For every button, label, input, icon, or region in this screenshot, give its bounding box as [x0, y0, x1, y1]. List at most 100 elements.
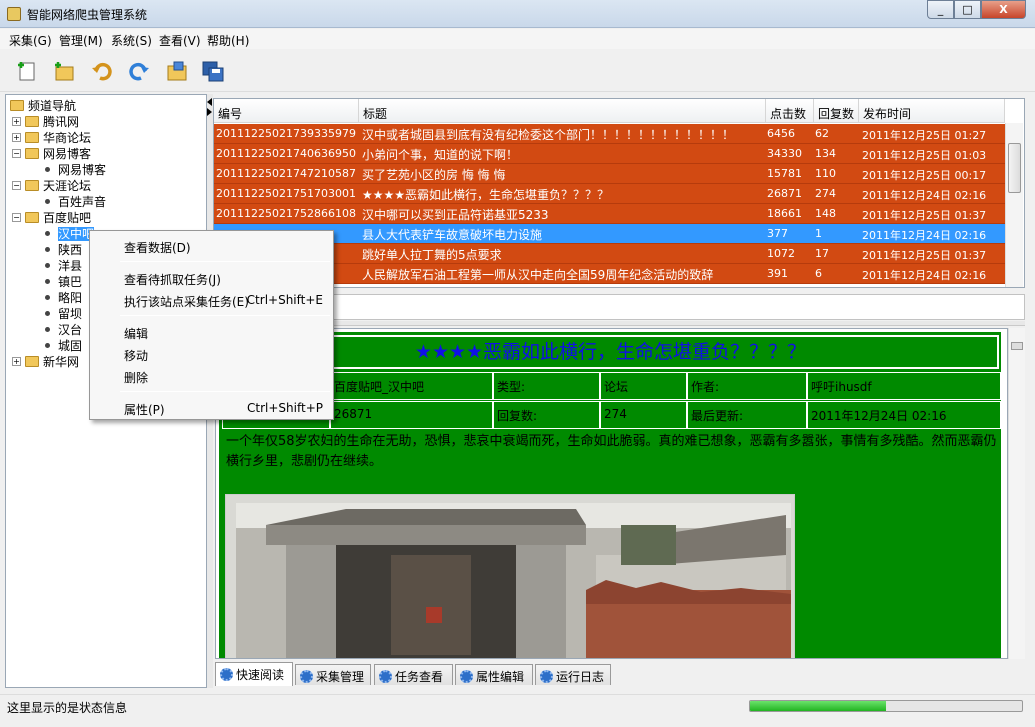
tree-node-tianya[interactable]: − 天涯论坛 [12, 177, 91, 193]
table-row[interactable]: 20111225021751703001 ★★★★恶霸如此横行，生命怎堪重负？？？… [214, 184, 1005, 204]
cell-time: 2011年12月24日 02:16 [862, 189, 987, 202]
table-scrollbar[interactable] [1005, 123, 1023, 287]
ctx-edit[interactable]: 编辑 [90, 323, 333, 343]
cell-title: 汉中或者城固县到底有没有纪检委这个部门！！！！！！！！！！！！ [362, 128, 735, 142]
scrollbar-thumb[interactable] [1011, 342, 1023, 350]
tree-node-tencent[interactable]: + 腾讯网 [12, 113, 79, 129]
tree-leaf-baixing[interactable]: 百姓声音 [42, 193, 106, 209]
tree-node-163blog[interactable]: − 网易博客 [12, 145, 91, 161]
cell-clicks: 6456 [767, 127, 795, 140]
cell-replies: 1 [815, 227, 822, 240]
tab-run-log[interactable]: 运行日志 [535, 664, 611, 685]
tree-leaf-zhenba[interactable]: 镇巴 [42, 273, 82, 289]
cell-replies: 17 [815, 247, 829, 260]
ctx-delete[interactable]: 删除 [90, 367, 333, 387]
expand-icon[interactable]: + [12, 117, 21, 126]
folder-icon [10, 100, 24, 111]
open-folder-icon[interactable] [164, 58, 188, 82]
menu-manage[interactable]: 管理(M) [59, 32, 103, 49]
folder-icon [25, 116, 39, 127]
tab-quick-read[interactable]: 快速阅读 [215, 662, 293, 686]
updated-label: 最后更新: [687, 401, 807, 429]
cell-replies: 6 [815, 267, 822, 280]
expand-icon[interactable]: + [12, 133, 21, 142]
tree-leaf-163blog[interactable]: 网易博客 [42, 161, 106, 177]
tree-leaf-shaanxi[interactable]: 陕西 [42, 241, 82, 257]
preview-scrollbar[interactable] [1008, 328, 1025, 659]
ctx-view-data[interactable]: 查看数据(D) [90, 237, 333, 257]
menu-view[interactable]: 查看(V) [159, 32, 201, 49]
col-header-clicks[interactable]: 点击数 [766, 99, 814, 123]
cell-time: 2011年12月25日 01:03 [862, 149, 987, 162]
author-value: 呼吁ihusdf [807, 372, 1001, 400]
tree-leaf-hanzhong[interactable]: 汉中吧 [42, 225, 95, 241]
tab-task-view[interactable]: 任务查看 [374, 664, 453, 685]
add-folder-icon[interactable] [51, 58, 75, 82]
tree-leaf-hantai[interactable]: 汉台 [42, 321, 82, 337]
tree-node-huashang[interactable]: + 华商论坛 [12, 129, 91, 145]
maximize-button[interactable]: □ [954, 0, 981, 19]
table-row[interactable]: 20111225021752866108 汉中哪可以买到正品符诺基亚5233 186… [214, 204, 1005, 224]
ctx-move[interactable]: 移动 [90, 345, 333, 365]
col-header-title[interactable]: 标题 [359, 99, 766, 123]
folder-icon [25, 180, 39, 191]
tree-node-tieba[interactable]: − 百度贴吧 [12, 209, 91, 225]
ctx-properties[interactable]: 属性(P) Ctrl+Shift+P [90, 399, 333, 419]
collapse-icon[interactable]: − [12, 213, 21, 222]
type-value: 论坛 [600, 372, 687, 400]
status-text: 这里显示的是状态信息 [7, 701, 128, 715]
author-label: 作者: [687, 372, 807, 400]
table-row[interactable]: 20111225021740636950 小弟问个事，知道的说下啊！ 34330 13… [214, 144, 1005, 164]
cell-time: 2011年12月24日 02:16 [862, 229, 987, 242]
horizontal-splitter[interactable] [213, 321, 1025, 326]
replies-value: 274 [600, 401, 687, 429]
menu-help[interactable]: 帮助(H) [207, 32, 249, 49]
col-header-id[interactable]: 编号 [214, 99, 359, 123]
col-header-replies[interactable]: 回复数 [814, 99, 859, 123]
cell-clicks: 1072 [767, 247, 795, 260]
cell-clicks: 377 [767, 227, 788, 240]
new-file-icon[interactable] [14, 58, 38, 82]
article-table[interactable]: 编号 标题 点击数 回复数 发布时间 20111225021739335979 汉… [213, 98, 1025, 288]
undo-icon[interactable] [89, 58, 113, 82]
app-icon [7, 7, 21, 21]
tree-leaf-liuba[interactable]: 留坝 [42, 305, 82, 321]
cell-time: 2011年12月25日 01:27 [862, 129, 987, 142]
tree-leaf-chenggu[interactable]: 城固 [42, 337, 82, 353]
menu-system[interactable]: 系统(S) [111, 32, 152, 49]
tab-collect-manage[interactable]: 采集管理 [295, 664, 371, 685]
cell-id: 20111225021747210587 [216, 167, 356, 180]
close-button[interactable]: X [981, 0, 1026, 19]
ctx-separator [120, 391, 330, 392]
menu-collect[interactable]: 采集(G) [9, 32, 52, 49]
table-row[interactable]: 20111225021739335979 汉中或者城固县到底有没有纪检委这个部门！… [214, 124, 1005, 144]
expand-right-icon[interactable] [207, 108, 212, 116]
minimize-button[interactable]: _ [927, 0, 954, 19]
collapse-icon[interactable]: − [12, 181, 21, 190]
cell-title: 买了艺苑小区的房 悔 悔 悔 [362, 168, 506, 182]
tab-property-edit[interactable]: 属性编辑 [455, 664, 533, 685]
col-header-time[interactable]: 发布时间 [859, 99, 1005, 123]
ctx-run-site-task[interactable]: 执行该站点采集任务(E) Ctrl+Shift+E [90, 291, 333, 311]
scrollbar-thumb[interactable] [1008, 143, 1021, 193]
expand-icon[interactable]: + [12, 357, 21, 366]
replies-label: 回复数: [493, 401, 600, 429]
cell-time: 2011年12月25日 01:37 [862, 249, 987, 262]
tree-root[interactable]: 频道导航 [10, 97, 76, 113]
cell-title: ★★★★恶霸如此横行，生命怎堪重负？？？？ [362, 188, 610, 202]
save-disk-icon[interactable] [200, 58, 224, 82]
cell-clicks: 391 [767, 267, 788, 280]
collapse-left-icon[interactable] [207, 98, 212, 106]
tree-leaf-yangxian[interactable]: 洋县 [42, 257, 82, 273]
cell-id: 20111225021751703001 [216, 187, 356, 200]
redo-icon[interactable] [126, 58, 150, 82]
tree-node-xinhua[interactable]: + 新华网 [12, 353, 79, 369]
ctx-view-pending-tasks[interactable]: 查看待抓取任务(J) [90, 269, 333, 289]
cell-id: 20111225021740636950 [216, 147, 356, 160]
table-row[interactable]: 20111225021747210587 买了艺苑小区的房 悔 悔 悔 15781 1… [214, 164, 1005, 184]
ctx-separator [120, 261, 330, 262]
source-value: 百度贴吧_汉中吧 [330, 372, 493, 400]
cell-title: 人民解放军石油工程第一师从汉中走向全国59周年纪念活动的致辞 [362, 268, 714, 282]
tree-leaf-lueyang[interactable]: 略阳 [42, 289, 82, 305]
collapse-icon[interactable]: − [12, 149, 21, 158]
